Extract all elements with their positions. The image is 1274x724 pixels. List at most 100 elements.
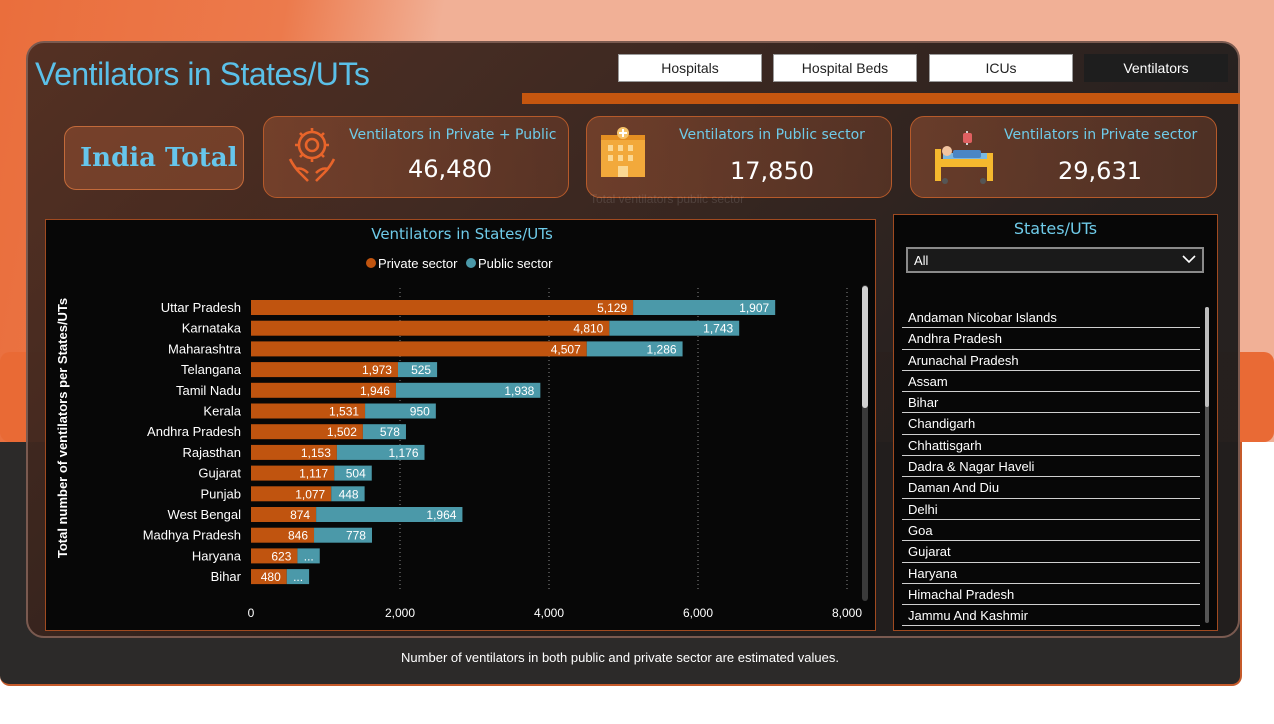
tab-icus[interactable]: ICUs bbox=[929, 54, 1073, 82]
y-category-label: Tamil Nadu bbox=[176, 383, 241, 398]
tab-hospital-beds[interactable]: Hospital Beds bbox=[773, 54, 917, 82]
chart-scrollbar-thumb[interactable] bbox=[862, 286, 868, 408]
bar-data-label: 1,077 bbox=[295, 487, 325, 501]
x-tick-label: 2,000 bbox=[385, 606, 415, 620]
legend-dot-private bbox=[366, 258, 376, 268]
tab-ventilators[interactable]: Ventilators bbox=[1084, 54, 1228, 82]
states-list-item[interactable]: Daman And Diu bbox=[902, 477, 1200, 499]
states-list-item[interactable]: Jammu And Kashmir bbox=[902, 605, 1200, 627]
bar-data-label: 1,964 bbox=[426, 508, 456, 522]
stacked-bar-chart: Ventilators in States/UTs Private sector… bbox=[55, 225, 868, 620]
bar-data-label: 525 bbox=[411, 363, 431, 377]
y-category-label: Andhra Pradesh bbox=[147, 424, 241, 439]
states-list-item[interactable]: Chhattisgarh bbox=[902, 435, 1200, 457]
legend-label-private: Private sector bbox=[378, 256, 458, 271]
states-filter-title: States/UTs bbox=[1013, 219, 1098, 238]
hospital-bed-icon bbox=[933, 129, 995, 189]
states-list-scrollbar[interactable] bbox=[1205, 307, 1209, 623]
bar-data-label: 1,117 bbox=[299, 467, 328, 481]
hospital-building-icon bbox=[599, 125, 647, 183]
bar-data-label: 623 bbox=[271, 549, 291, 563]
bar-private[interactable] bbox=[251, 320, 610, 336]
x-tick-label: 8,000 bbox=[832, 606, 862, 620]
y-category-label: Haryana bbox=[192, 548, 242, 563]
states-list-item[interactable]: Assam bbox=[902, 371, 1200, 393]
bar-data-label: 778 bbox=[346, 529, 366, 543]
states-list: Andaman Nicobar Islands Andhra Pradesh Aru… bbox=[902, 307, 1200, 627]
bar-data-label: 874 bbox=[290, 508, 310, 522]
x-tick-label: 0 bbox=[248, 606, 255, 620]
bar-data-label: 1,973 bbox=[362, 363, 392, 377]
states-list-item[interactable]: Arunachal Pradesh bbox=[902, 350, 1200, 371]
chart-x-ticks: 0 2,000 4,000 6,000 8,000 bbox=[248, 606, 863, 620]
bar-data-label: 1,907 bbox=[739, 301, 769, 315]
bar-data-label: 846 bbox=[288, 529, 308, 543]
chart-legend: Private sector Public sector bbox=[366, 256, 553, 271]
tab-underline-bar bbox=[522, 93, 1240, 104]
india-total-card: India Total bbox=[64, 126, 244, 190]
legend-label-public: Public sector bbox=[478, 256, 553, 271]
kpi-label-private: Ventilators in Private sector bbox=[1004, 127, 1198, 143]
states-list-scrollbar-thumb[interactable] bbox=[1205, 307, 1209, 407]
states-list-item[interactable]: Andhra Pradesh bbox=[902, 328, 1200, 350]
bar-data-label: 1,176 bbox=[388, 446, 418, 460]
states-dropdown-value: All bbox=[914, 253, 929, 268]
bar-data-label: 448 bbox=[339, 487, 359, 501]
y-category-label: Gujarat bbox=[198, 466, 241, 481]
bar-data-label: 5,129 bbox=[597, 301, 627, 315]
bar-data-label: 480 bbox=[261, 570, 281, 584]
states-list-item[interactable]: Gujarat bbox=[902, 541, 1200, 563]
states-list-item[interactable]: Andaman Nicobar Islands bbox=[902, 307, 1200, 329]
x-tick-label: 6,000 bbox=[683, 606, 713, 620]
kpi-card-public: Ventilators in Public sector 17,850 bbox=[586, 116, 892, 198]
states-list-item[interactable]: Delhi bbox=[902, 499, 1200, 520]
bar-data-label: 1,531 bbox=[329, 405, 359, 419]
kpi-card-private: Ventilators in Private sector 29,631 bbox=[910, 116, 1217, 198]
footer-note: Number of ventilators in both public and… bbox=[401, 650, 839, 665]
bar-data-label: 1,286 bbox=[647, 342, 677, 356]
bar-data-label: 1,938 bbox=[504, 384, 534, 398]
tab-hospitals[interactable]: Hospitals bbox=[618, 54, 762, 82]
bar-data-label: 1,743 bbox=[703, 322, 733, 336]
states-list-item[interactable]: Bihar bbox=[902, 392, 1200, 414]
india-total-label: India Total bbox=[80, 143, 238, 173]
y-category-label: Punjab bbox=[201, 486, 241, 501]
bar-private[interactable] bbox=[251, 300, 634, 315]
y-category-label: Rajasthan bbox=[182, 445, 241, 460]
bar-data-label: 578 bbox=[380, 425, 400, 439]
x-tick-label: 4,000 bbox=[534, 606, 564, 620]
y-category-label: Madhya Pradesh bbox=[143, 528, 241, 543]
bar-data-label: 1,153 bbox=[301, 446, 331, 460]
bar-data-label: ... bbox=[304, 549, 314, 563]
y-category-label: Karnataka bbox=[182, 321, 242, 336]
states-list-item[interactable]: Chandigarh bbox=[902, 413, 1200, 435]
kpi-value-total: 46,480 bbox=[408, 155, 492, 183]
bar-data-label: 504 bbox=[346, 467, 366, 481]
kpi-label-public: Ventilators in Public sector bbox=[679, 127, 865, 143]
y-category-label: West Bengal bbox=[168, 507, 242, 522]
y-category-label: Maharashtra bbox=[168, 341, 242, 356]
states-filter-panel: States/UTs All Andaman Nicobar Islands An… bbox=[893, 214, 1218, 631]
y-category-label: Bihar bbox=[211, 569, 242, 584]
bar-data-label: 950 bbox=[410, 405, 430, 419]
states-list-item[interactable]: Goa bbox=[902, 520, 1200, 542]
states-list-item[interactable]: Dadra & Nagar Haveli bbox=[902, 456, 1200, 478]
y-category-label: Uttar Pradesh bbox=[161, 300, 241, 315]
kpi-card-total: Ventilators in Private + Public 46,480 bbox=[263, 116, 569, 198]
bar-data-label: 1,502 bbox=[327, 425, 357, 439]
bar-data-label: 1,946 bbox=[360, 384, 390, 398]
hands-care-icon bbox=[286, 125, 338, 189]
bar-private[interactable] bbox=[251, 341, 587, 357]
states-list-item[interactable]: Haryana bbox=[902, 563, 1200, 584]
kpi-value-public: 17,850 bbox=[730, 157, 814, 185]
chevron-down-icon bbox=[1180, 250, 1198, 272]
legend-dot-public bbox=[466, 258, 476, 268]
bar-data-label: ... bbox=[293, 570, 303, 584]
kpi-value-private: 29,631 bbox=[1058, 157, 1142, 185]
chart-title: Ventilators in States/UTs bbox=[371, 225, 553, 243]
states-dropdown[interactable]: All bbox=[906, 247, 1204, 273]
y-category-label: Kerala bbox=[203, 404, 241, 419]
states-list-item[interactable]: Himachal Pradesh bbox=[902, 584, 1200, 606]
bar-data-label: 4,507 bbox=[551, 342, 581, 356]
kpi-label-total: Ventilators in Private + Public bbox=[349, 127, 557, 143]
